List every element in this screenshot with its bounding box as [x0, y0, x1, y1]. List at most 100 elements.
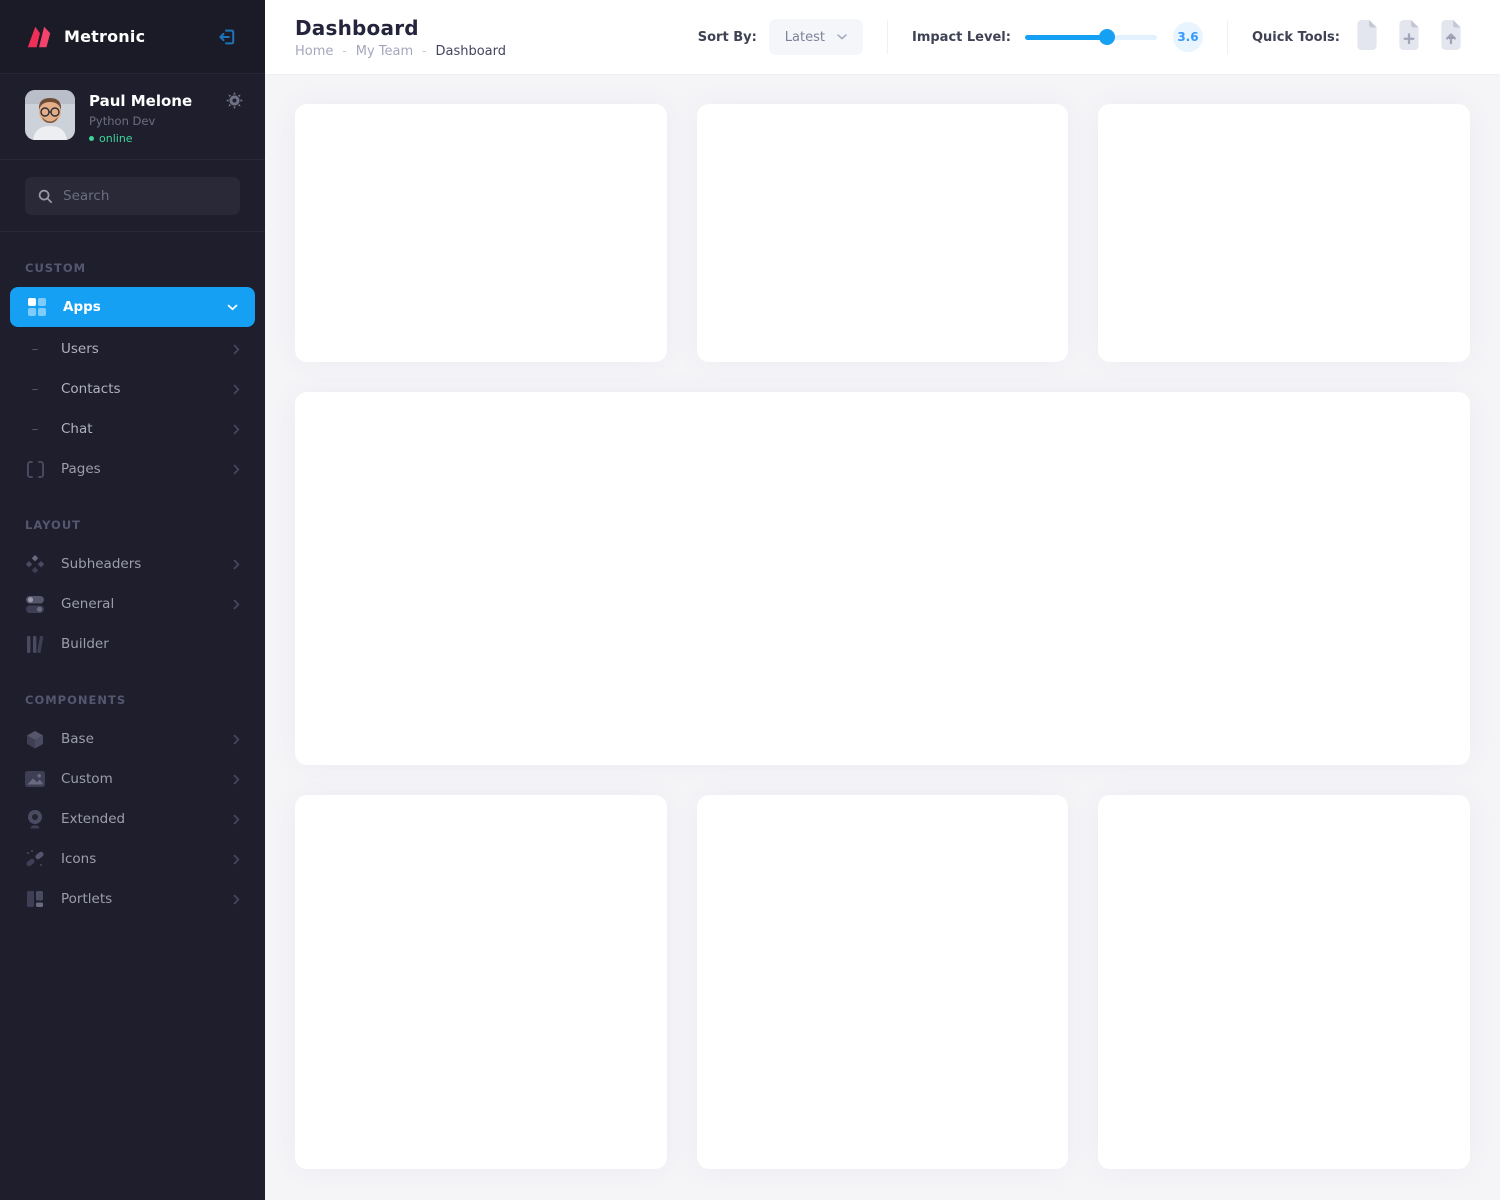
sort-by-label: Sort By:	[698, 30, 757, 45]
chevron-down-icon	[227, 304, 238, 311]
chevron-right-icon	[233, 894, 240, 905]
slider-track[interactable]	[1025, 35, 1157, 40]
panel-bottom-3	[1098, 795, 1470, 1169]
search-row	[0, 160, 265, 232]
panel-top-2	[697, 104, 1069, 362]
sort-by-dropdown[interactable]: Latest	[769, 19, 863, 55]
bars-icon	[25, 635, 45, 654]
grid-icon	[27, 298, 47, 316]
chevron-right-icon	[233, 384, 240, 395]
blocks-icon	[25, 890, 45, 908]
profile-settings-button[interactable]	[226, 92, 243, 109]
avatar	[25, 90, 75, 140]
file-plus-button[interactable]	[1396, 20, 1428, 54]
sidebar-item-portlets[interactable]: Portlets	[0, 879, 265, 919]
breadcrumb-my-team[interactable]: My Team	[356, 44, 413, 59]
page-title: Dashboard	[295, 16, 506, 40]
search-box[interactable]	[25, 177, 240, 215]
main-area: Dashboard Home - My Team - Dashboard Sor…	[265, 0, 1500, 1200]
sidebar-item-base[interactable]: Base	[0, 719, 265, 759]
panel-top-3	[1098, 104, 1470, 362]
chevron-right-icon	[233, 854, 240, 865]
sidebar-item-label: Chat	[61, 421, 93, 437]
chevron-right-icon	[233, 599, 240, 610]
chevron-right-icon	[233, 814, 240, 825]
sidebar-item-contacts[interactable]: – Contacts	[0, 369, 265, 409]
search-input[interactable]	[63, 188, 227, 204]
slider-thumb[interactable]	[1099, 29, 1115, 45]
diamonds-icon	[25, 554, 45, 574]
toolbar-divider	[887, 20, 888, 54]
gear-icon	[226, 92, 243, 109]
nav-section-components: COMPONENTS	[0, 664, 265, 719]
sidebar-item-builder[interactable]: Builder	[0, 624, 265, 664]
sidebar-item-label: Pages	[61, 461, 101, 477]
sort-by-value: Latest	[785, 30, 825, 45]
slider-fill	[1025, 35, 1107, 40]
sidebar-collapse-button[interactable]	[214, 24, 240, 50]
impact-level-slider[interactable]	[1025, 29, 1157, 45]
sidebar-item-icons[interactable]: Icons	[0, 839, 265, 879]
sidebar-item-extended[interactable]: Extended	[0, 799, 265, 839]
toolbar: Sort By: Latest Impact Level: 3.6 Quick …	[698, 19, 1470, 55]
sidebar-logo-row: Metronic	[0, 0, 265, 74]
sidebar-item-chat[interactable]: – Chat	[0, 409, 265, 449]
quick-tools-label: Quick Tools:	[1252, 30, 1340, 45]
brand-name: Metronic	[64, 27, 145, 46]
user-profile: Paul Melone Python Dev online	[0, 74, 265, 160]
metronic-logo	[25, 23, 53, 51]
file-blank-button[interactable]	[1354, 20, 1386, 54]
nav-section-layout: LAYOUT	[0, 489, 265, 544]
content-grid	[265, 75, 1500, 1200]
chevron-right-icon	[233, 734, 240, 745]
file-plus-icon	[1396, 20, 1422, 54]
sidebar-item-subheaders[interactable]: Subheaders	[0, 544, 265, 584]
collapse-left-icon	[216, 26, 238, 48]
sidebar-item-custom[interactable]: Custom	[0, 759, 265, 799]
impact-level-badge: 3.6	[1173, 22, 1203, 52]
quick-tools	[1354, 20, 1470, 54]
file-upload-button[interactable]	[1438, 20, 1470, 54]
cube-icon	[25, 730, 45, 749]
profile-role: Python Dev	[89, 114, 192, 128]
brand: Metronic	[25, 23, 145, 51]
image-icon	[25, 771, 45, 787]
sidebar-item-users[interactable]: – Users	[0, 329, 265, 369]
file-blank-icon	[1354, 20, 1380, 54]
sidebar-item-label: Custom	[61, 771, 113, 787]
dash-icon: –	[25, 421, 45, 437]
sidebar-nav: CUSTOM Apps – Users	[0, 232, 265, 1200]
sidebar-item-label: Subheaders	[61, 556, 141, 572]
chevron-right-icon	[233, 424, 240, 435]
chevron-right-icon	[233, 559, 240, 570]
brackets-icon	[25, 461, 45, 478]
breadcrumb-separator: -	[342, 44, 346, 58]
chevron-right-icon	[233, 464, 240, 475]
online-dot-icon	[89, 136, 94, 141]
sidebar-item-label: Users	[61, 341, 99, 357]
topbar: Dashboard Home - My Team - Dashboard Sor…	[265, 0, 1500, 75]
sidebar-item-pages[interactable]: Pages	[0, 449, 265, 489]
nav-section-custom: CUSTOM	[0, 232, 265, 287]
profile-name: Paul Melone	[89, 92, 192, 110]
file-upload-icon	[1438, 20, 1464, 54]
breadcrumb: Home - My Team - Dashboard	[295, 44, 506, 59]
sidebar-item-label: Icons	[61, 851, 96, 867]
breadcrumb-home[interactable]: Home	[295, 44, 333, 59]
chevron-right-icon	[233, 774, 240, 785]
panel-wide	[295, 392, 1470, 765]
sidebar-item-label: General	[61, 596, 114, 612]
sidebar-item-label: Portlets	[61, 891, 112, 907]
sidebar-item-label: Builder	[61, 636, 109, 652]
toolbar-divider	[1227, 20, 1228, 54]
sidebar-item-apps[interactable]: Apps	[10, 287, 255, 327]
broken-link-icon	[25, 849, 45, 869]
webcam-icon	[25, 809, 45, 829]
panel-top-1	[295, 104, 667, 362]
panel-bottom-1	[295, 795, 667, 1169]
sidebar-item-general[interactable]: General	[0, 584, 265, 624]
breadcrumb-separator: -	[422, 44, 426, 58]
sidebar-item-label: Base	[61, 731, 94, 747]
sidebar-item-label: Contacts	[61, 381, 121, 397]
panel-bottom-2	[697, 795, 1069, 1169]
